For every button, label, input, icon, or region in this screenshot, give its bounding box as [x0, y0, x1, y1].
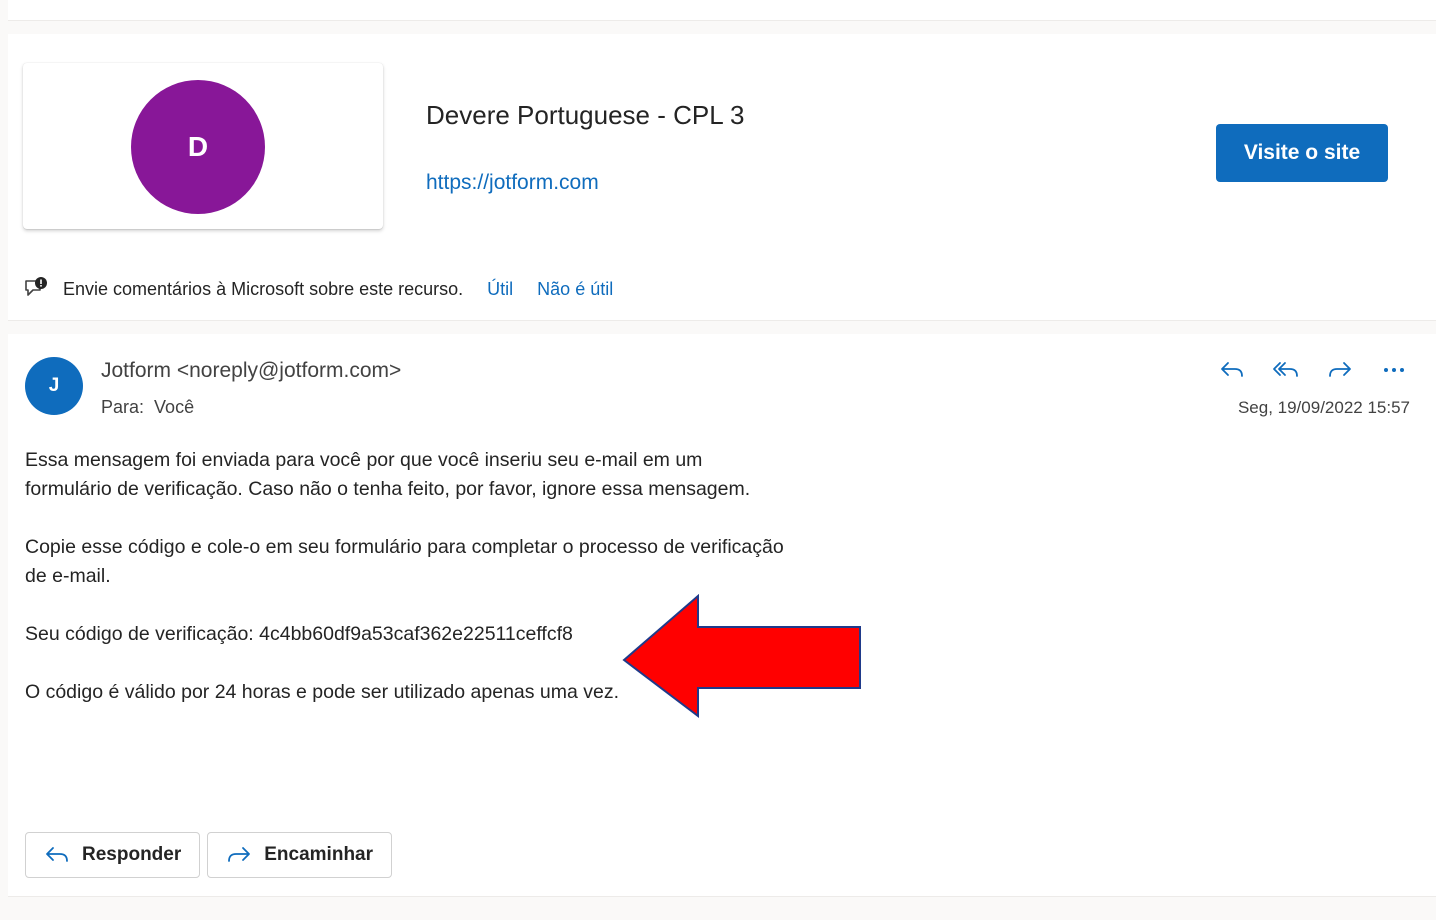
reply-icon[interactable]: [1216, 354, 1248, 386]
message-date: Seg, 19/09/2022 15:57: [1237, 398, 1410, 417]
annotation-arrow: [622, 594, 861, 718]
reply-button-label: Responder: [82, 844, 182, 865]
more-icon[interactable]: [1378, 354, 1410, 386]
sender-name: Devere Portuguese - CPL 3: [426, 100, 745, 130]
message-from[interactable]: Jotform <noreply@jotform.com>: [101, 359, 401, 383]
message-to: Para: Você: [101, 397, 194, 418]
sender-url-link[interactable]: https://jotform.com: [426, 171, 599, 195]
reply-icon: [46, 847, 68, 862]
sender-card: D Devere Portuguese - CPL 3 https://jotf…: [8, 34, 1436, 321]
feedback-icon: [25, 277, 47, 296]
to-value[interactable]: Você: [154, 397, 194, 417]
feedback-text: Envie comentários à Microsoft sobre este…: [63, 278, 464, 299]
forward-button[interactable]: Encaminhar: [207, 832, 393, 878]
message-actions: [1216, 354, 1410, 386]
forward-icon: [228, 847, 251, 862]
forward-button-label: Encaminhar: [264, 844, 374, 865]
body-paragraph: Essa mensagem foi enviada para você por …: [25, 449, 751, 500]
sender-logo: D: [131, 80, 265, 214]
feedback-row: Envie comentários à Microsoft sobre este…: [23, 274, 637, 304]
sender-avatar[interactable]: J: [25, 357, 83, 415]
reply-button[interactable]: Responder: [25, 832, 201, 878]
feedback-helpful-link[interactable]: Útil: [487, 279, 513, 300]
message-pane: J Jotform <noreply@jotform.com> Para: Vo…: [8, 334, 1436, 897]
reply-buttons: Responder Encaminhar: [25, 832, 393, 878]
to-label: Para:: [101, 397, 145, 417]
feedback-not-helpful-link[interactable]: Não é útil: [537, 279, 613, 300]
forward-icon[interactable]: [1324, 354, 1356, 386]
bottom-strip: [0, 906, 1436, 920]
top-strip: [8, 0, 1436, 21]
reply-all-icon[interactable]: [1270, 354, 1302, 386]
visit-site-button[interactable]: Visite o site: [1216, 124, 1388, 182]
body-paragraph: Copie esse código e cole-o em seu formul…: [25, 536, 784, 587]
sender-logo-box: D: [23, 63, 383, 229]
